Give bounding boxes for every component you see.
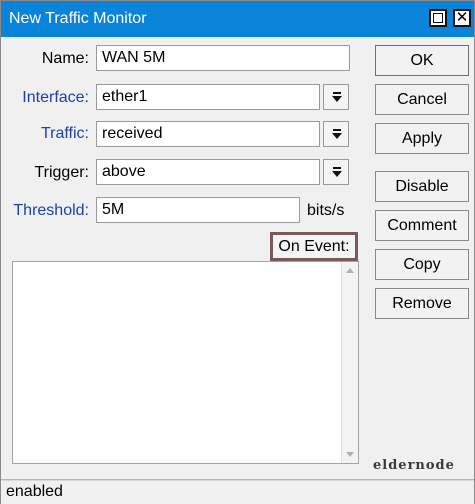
traffic-dropdown-button[interactable] xyxy=(323,121,349,147)
status-divider xyxy=(1,480,474,481)
remove-button[interactable]: Remove xyxy=(375,288,469,319)
interface-label[interactable]: Interface: xyxy=(3,89,89,107)
scroll-down-icon[interactable] xyxy=(346,452,354,457)
threshold-unit: bits/s xyxy=(307,202,345,219)
on-event-script-editor[interactable] xyxy=(12,261,359,464)
threshold-label[interactable]: Threshold: xyxy=(3,202,89,220)
trigger-dropdown-button[interactable] xyxy=(323,159,349,185)
scroll-up-icon[interactable] xyxy=(346,268,354,273)
dropdown-arrow-icon xyxy=(332,92,342,102)
apply-button[interactable]: Apply xyxy=(375,123,469,154)
ok-button[interactable]: OK xyxy=(375,45,469,76)
copy-button[interactable]: Copy xyxy=(375,249,469,280)
window-title: New Traffic Monitor xyxy=(9,10,147,27)
vertical-scrollbar[interactable] xyxy=(341,262,358,463)
status-text: enabled xyxy=(6,483,63,500)
interface-select[interactable]: ether1 xyxy=(96,84,320,110)
dropdown-arrow-icon xyxy=(332,129,342,139)
on-event-label: On Event: xyxy=(270,232,358,261)
name-input[interactable]: WAN 5M xyxy=(96,45,350,71)
trigger-label: Trigger: xyxy=(34,164,89,181)
threshold-input[interactable]: 5M xyxy=(96,197,300,223)
interface-dropdown-button[interactable] xyxy=(323,84,349,110)
disable-button[interactable]: Disable xyxy=(375,171,469,202)
traffic-label[interactable]: Traffic: xyxy=(3,125,89,143)
name-label: Name: xyxy=(41,50,89,67)
comment-button[interactable]: Comment xyxy=(375,210,469,241)
traffic-monitor-window: New Traffic Monitor ✕ Name: WAN 5M Inter… xyxy=(0,0,475,504)
status-bar: enabled xyxy=(1,479,474,504)
traffic-select[interactable]: received xyxy=(96,121,320,147)
close-icon[interactable]: ✕ xyxy=(453,9,471,27)
title-bar[interactable]: New Traffic Monitor ✕ xyxy=(1,1,474,37)
dropdown-arrow-icon xyxy=(332,167,342,177)
trigger-select[interactable]: above xyxy=(96,159,320,185)
restore-window-icon[interactable] xyxy=(429,9,447,27)
watermark-logo: eldernode xyxy=(373,458,455,473)
cancel-button[interactable]: Cancel xyxy=(375,84,469,115)
